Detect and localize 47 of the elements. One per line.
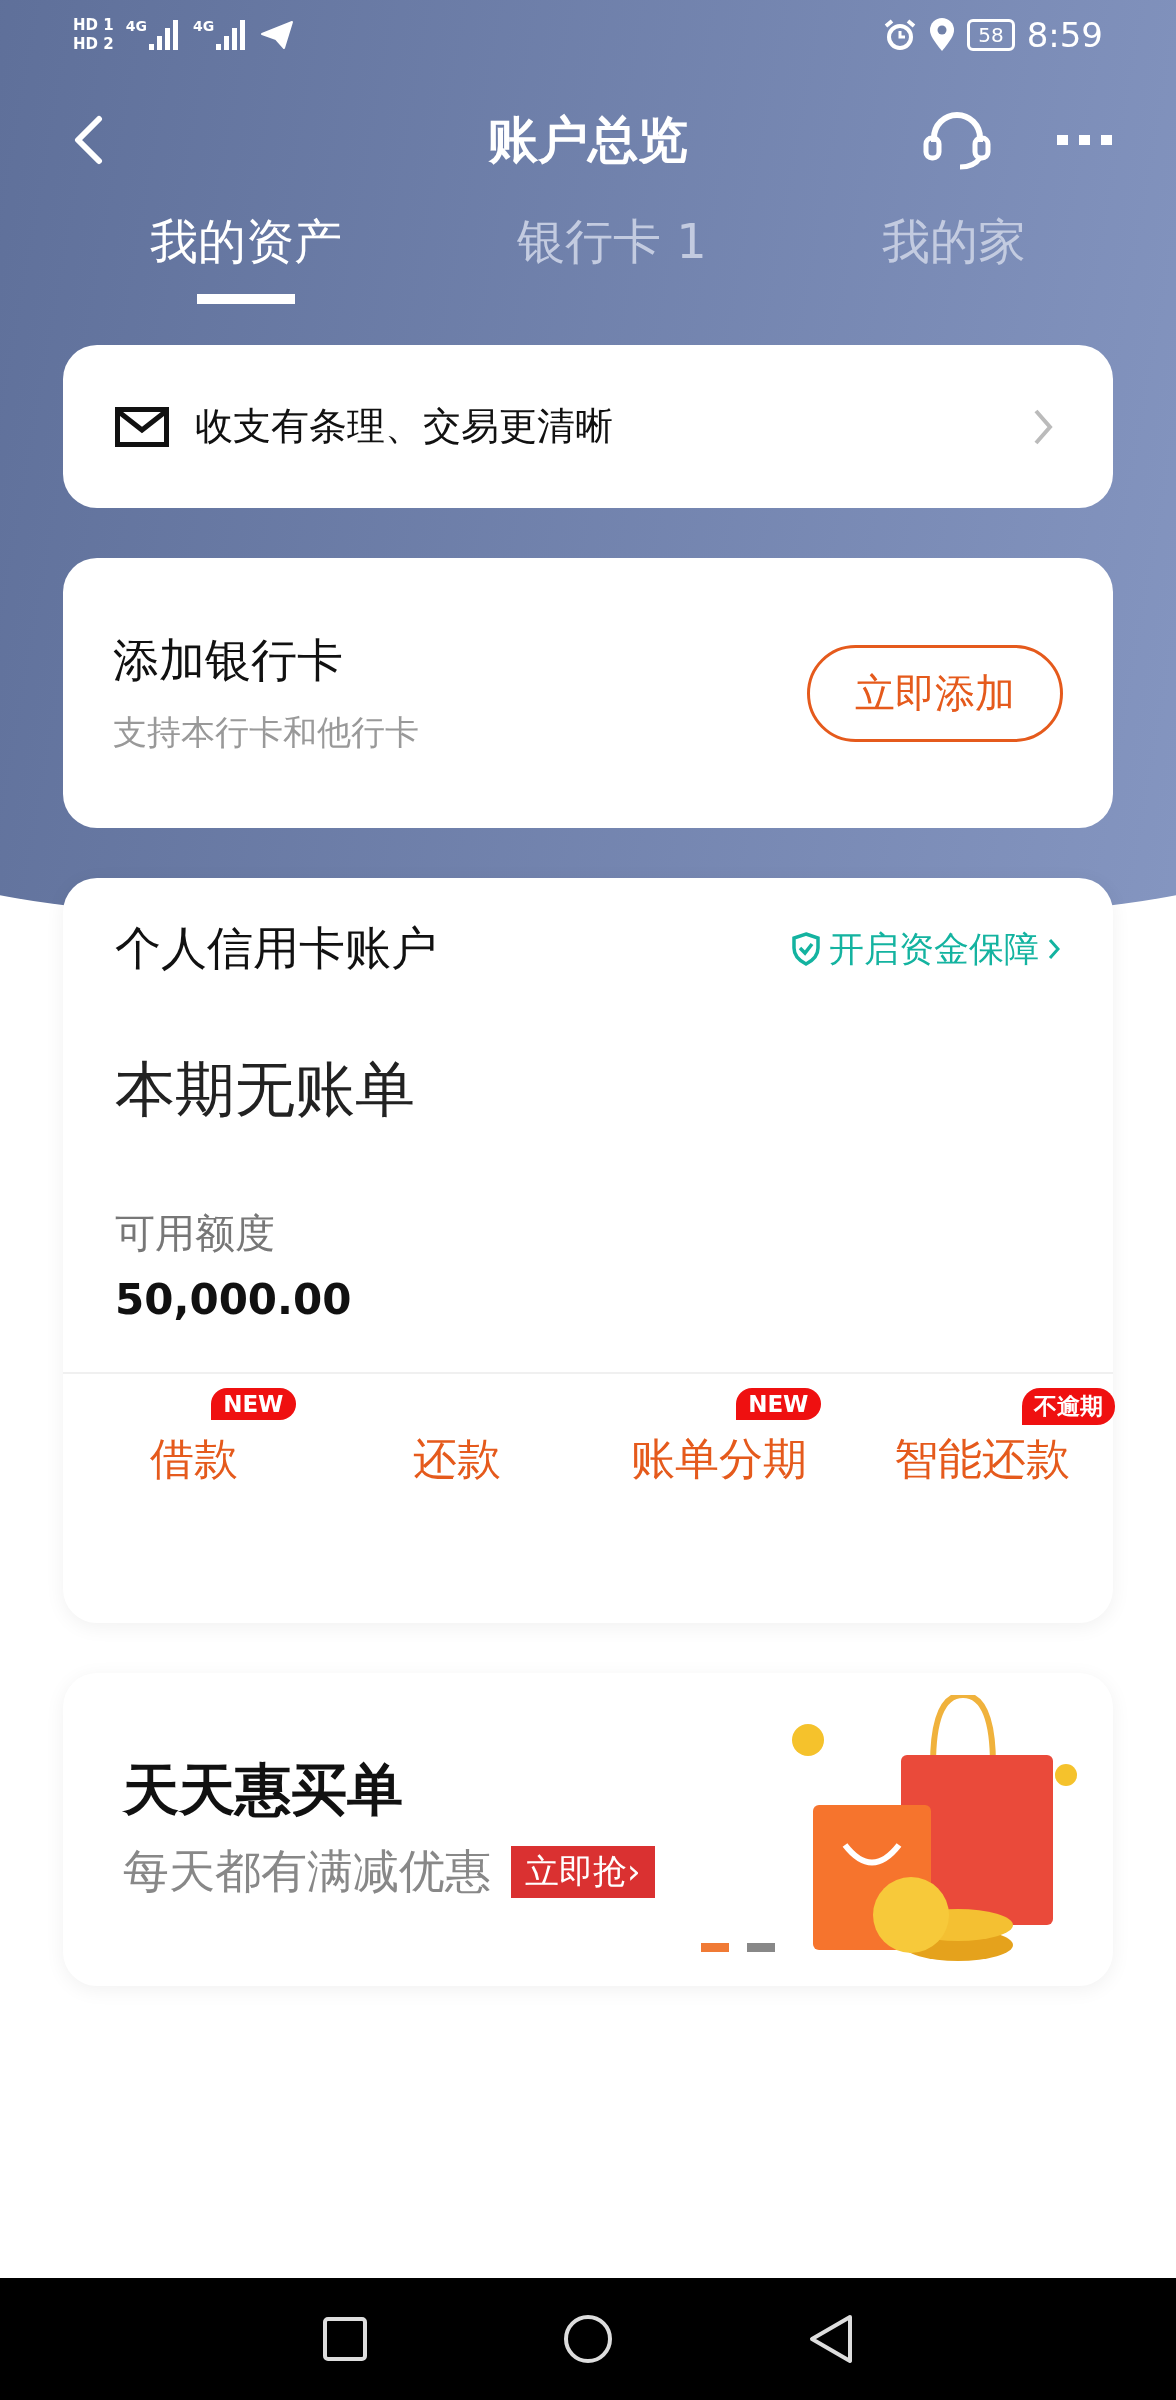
add-button[interactable]: 立即添加 bbox=[807, 644, 1063, 742]
tab[interactable]: 我的资产 bbox=[150, 210, 343, 304]
chevron-right-icon bbox=[1033, 407, 1053, 446]
bill-status: 本期无账单 bbox=[115, 1053, 416, 1126]
banner-subtitle: 每天都有满减优惠 bbox=[123, 1843, 491, 1900]
grab-button[interactable]: 立即抢› bbox=[511, 1846, 655, 1898]
page-indicator[interactable] bbox=[746, 1943, 775, 1952]
account-title: 个人信用卡账户 bbox=[115, 920, 437, 977]
paper-plane-icon bbox=[260, 20, 295, 50]
mail-icon bbox=[115, 406, 169, 447]
notice-text: 收支有条理、交易更清晰 bbox=[195, 403, 614, 450]
new-badge: NEW bbox=[736, 1388, 821, 1420]
banner-title: 天天惠买单 bbox=[123, 1756, 404, 1824]
sim-label: HD 1 bbox=[73, 17, 114, 34]
more-icon[interactable] bbox=[1057, 133, 1113, 147]
action-link[interactable]: 账单分期 bbox=[631, 1429, 808, 1489]
limit-value: 50,000.00 bbox=[115, 1275, 353, 1324]
clock-time: 8:59 bbox=[1026, 15, 1103, 55]
page-title: 账户总览 bbox=[487, 109, 688, 171]
new-badge: 不逾期 bbox=[1022, 1388, 1115, 1425]
signal-icon bbox=[146, 18, 181, 52]
network-label: 4G bbox=[192, 18, 215, 34]
location-pin-icon bbox=[929, 18, 956, 52]
back-icon[interactable] bbox=[73, 115, 103, 165]
back-nav-icon[interactable] bbox=[808, 2314, 854, 2364]
new-badge: NEW bbox=[211, 1388, 296, 1420]
action-link[interactable]: 借款 bbox=[150, 1429, 239, 1489]
battery-icon: 58 bbox=[967, 19, 1015, 51]
tab[interactable]: 我的家 bbox=[881, 210, 1026, 304]
action-link[interactable]: 还款 bbox=[412, 1429, 501, 1489]
card-title: 添加银行卡 bbox=[113, 632, 344, 689]
headset-icon[interactable] bbox=[922, 110, 992, 170]
notice-card[interactable]: 收支有条理、交易更清晰 bbox=[63, 345, 1113, 508]
action-link[interactable]: 智能还款 bbox=[893, 1429, 1070, 1489]
card-subtitle: 支持本行卡和他行卡 bbox=[113, 711, 419, 754]
home-nav-icon[interactable] bbox=[563, 2314, 613, 2364]
alarm-clock-icon bbox=[883, 18, 918, 52]
page-indicator[interactable] bbox=[700, 1943, 729, 1952]
chevron-right-icon bbox=[1047, 937, 1061, 961]
square-nav-icon[interactable] bbox=[322, 2316, 368, 2362]
limit-label: 可用额度 bbox=[115, 1209, 276, 1258]
sim-label: HD 2 bbox=[73, 36, 114, 53]
protection-link[interactable]: 开启资金保障 bbox=[791, 925, 1061, 973]
shield-check-icon bbox=[791, 932, 821, 966]
network-label: 4G bbox=[125, 18, 147, 34]
promo-banner[interactable]: 天天惠买单 每天都有满减优惠 立即抢› bbox=[63, 1673, 1113, 1986]
tab[interactable]: 银行卡 1 bbox=[517, 210, 707, 304]
